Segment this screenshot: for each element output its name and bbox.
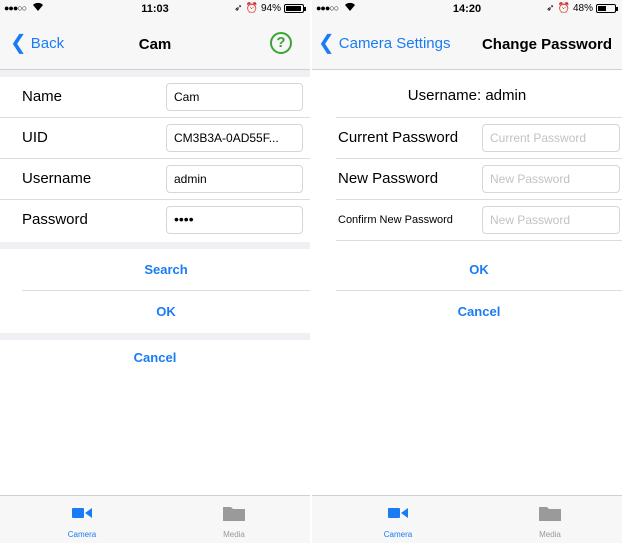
navigation-bar: ❮ Back Cam ? — [0, 18, 310, 70]
ok-button[interactable]: OK — [336, 249, 622, 291]
form-row-password: Password •••• — [0, 200, 310, 241]
tab-camera[interactable]: Camera — [32, 502, 132, 539]
confirm-password-input[interactable]: New Password — [482, 206, 620, 234]
form-row-uid: UID CM3B3A-0AD55F... — [0, 118, 310, 159]
battery-icon — [596, 4, 618, 13]
navigation-bar: ❮ Camera Settings Change Password — [312, 18, 622, 70]
name-label: Name — [22, 88, 63, 105]
uid-input[interactable]: CM3B3A-0AD55F... — [166, 124, 303, 152]
username-label: Username — [22, 170, 92, 187]
location-icon: ➶ — [234, 3, 243, 14]
tab-camera[interactable]: Camera — [348, 502, 448, 539]
cancel-button[interactable]: Cancel — [0, 337, 310, 379]
battery-percent: 48% — [572, 3, 593, 14]
status-bar: ●●●○○ 14:20 ➶ ⏰ 48% — [312, 0, 622, 18]
tab-camera-label: Camera — [383, 530, 413, 539]
uid-label: UID — [22, 129, 48, 146]
tab-bar: Camera Media — [0, 495, 310, 543]
search-button[interactable]: Search — [22, 249, 310, 291]
username-display-row: Username: admin — [336, 70, 622, 118]
password-label: Password — [22, 211, 88, 228]
battery-icon — [284, 4, 306, 13]
group-spacer — [0, 70, 310, 77]
camera-edit-screen: ●●●○○ 11:03 ➶ ⏰ 94% ❮ Back Cam ? Name Ca… — [0, 0, 310, 543]
current-password-label: Current Password — [338, 129, 459, 146]
battery-percent: 94% — [260, 3, 281, 14]
form-row-current-password: Current Password Current Password — [336, 118, 622, 159]
username-input[interactable]: admin — [166, 165, 303, 193]
new-password-label: New Password — [338, 170, 439, 187]
tab-media-label: Media — [223, 530, 245, 539]
current-password-input[interactable]: Current Password — [482, 124, 620, 152]
page-title: Cam — [138, 36, 172, 53]
tab-camera-label: Camera — [67, 530, 97, 539]
cancel-button[interactable]: Cancel — [336, 291, 622, 333]
alarm-icon: ⏰ — [557, 3, 570, 14]
location-icon: ➶ — [546, 3, 555, 14]
form-row-name: Name Cam — [0, 77, 310, 118]
page-title: Change Password — [481, 36, 612, 53]
tab-media[interactable]: Media — [500, 502, 600, 539]
video-camera-icon — [348, 502, 448, 524]
password-input[interactable]: •••• — [166, 206, 303, 234]
new-password-input[interactable]: New Password — [482, 165, 620, 193]
video-camera-icon — [32, 502, 132, 524]
alarm-icon: ⏰ — [245, 3, 258, 14]
status-bar: ●●●○○ 11:03 ➶ ⏰ 94% — [0, 0, 310, 18]
folder-icon — [500, 502, 600, 524]
back-label: Camera Settings — [338, 34, 451, 52]
back-button[interactable]: ❮ Camera Settings — [318, 32, 451, 54]
chevron-left-icon: ❮ — [318, 32, 335, 54]
group-spacer — [0, 242, 310, 249]
tab-media[interactable]: Media — [184, 502, 284, 539]
form-row-new-password: New Password New Password — [336, 159, 622, 200]
tab-bar: Camera Media — [312, 495, 622, 543]
form-row-confirm-password: Confirm New Password New Password — [336, 200, 622, 241]
confirm-password-label: Confirm New Password — [338, 214, 453, 226]
ok-button[interactable]: OK — [22, 291, 310, 333]
folder-icon — [184, 502, 284, 524]
name-input[interactable]: Cam — [166, 83, 303, 111]
help-icon[interactable]: ? — [270, 32, 292, 54]
change-password-screen: ●●●○○ 14:20 ➶ ⏰ 48% ❮ Camera Settings Ch… — [312, 0, 622, 543]
tab-media-label: Media — [539, 530, 561, 539]
form-row-username: Username admin — [0, 159, 310, 200]
username-display: Username: admin — [407, 87, 527, 104]
